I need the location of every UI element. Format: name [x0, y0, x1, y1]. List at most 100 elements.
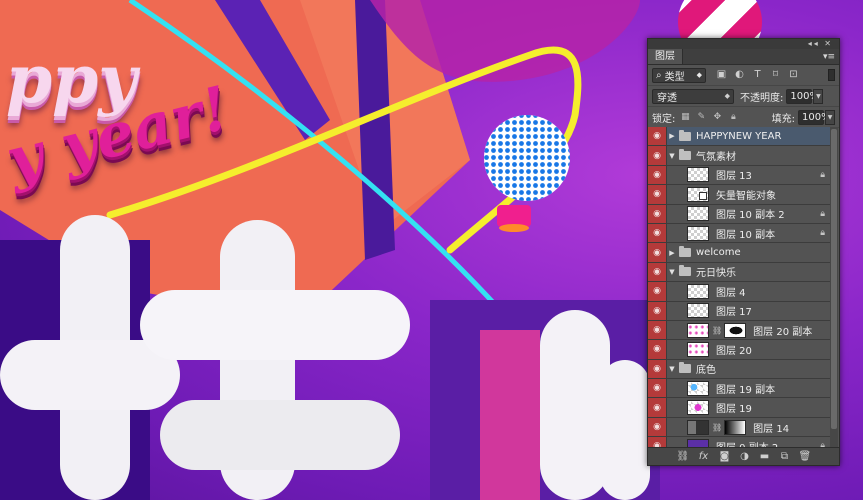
shape-filter-icon[interactable]: ⌑ — [770, 70, 781, 81]
chevron-right-icon[interactable]: ▶ — [667, 132, 677, 140]
layer-name: 图层 10 副本 2 — [716, 210, 785, 222]
chevron-down-icon[interactable]: ▼ — [667, 152, 677, 160]
visibility-eye-icon[interactable]: ◉ — [648, 301, 667, 320]
layer-list-scrollbar[interactable] — [830, 127, 838, 447]
new-group-icon[interactable]: ▬ — [759, 448, 771, 466]
fill-slider-arrow-icon[interactable]: ▼ — [825, 109, 835, 125]
layer-mask-thumbnail[interactable] — [724, 419, 747, 435]
layer-name: 底色 — [696, 365, 716, 377]
layer-name: 图层 20 副本 — [753, 326, 813, 338]
lock-paint-icon[interactable]: ✎ — [696, 112, 706, 122]
letter-white-stroke-4 — [140, 290, 410, 360]
panel-title-bar[interactable]: ◂◂ ✕ — [648, 39, 839, 49]
chevron-right-icon[interactable]: ▶ — [667, 249, 677, 257]
layer-name: 图层 4 — [716, 287, 746, 299]
collapse-panel-icon[interactable]: ◂◂ ✕ — [808, 39, 833, 49]
visibility-eye-icon[interactable]: ◉ — [648, 185, 667, 204]
basket-rim — [499, 224, 529, 232]
chevron-down-icon[interactable]: ▼ — [667, 268, 677, 276]
visibility-eye-icon[interactable]: ◉ — [648, 437, 667, 447]
layer-row[interactable]: ◉ 图层 17 — [648, 301, 831, 321]
opacity-field[interactable]: 100% — [786, 88, 819, 104]
filter-kind-select[interactable]: ⌕ 类型 ◆ — [652, 67, 706, 83]
lock-transparency-icon[interactable]: ▦ — [680, 112, 690, 122]
visibility-eye-icon[interactable]: ◉ — [648, 204, 667, 223]
chevron-down-icon[interactable]: ▼ — [667, 365, 677, 373]
adjustment-filter-icon[interactable]: ◐ — [734, 70, 745, 81]
layer-name: 图层 19 — [716, 404, 752, 416]
layer-name: 图层 10 副本 — [716, 229, 776, 241]
filter-toggle-switch[interactable] — [828, 69, 835, 81]
type-filter-icon[interactable]: T — [752, 70, 763, 81]
layer-name: welcome — [696, 247, 741, 259]
layer-row[interactable]: ◉ 图层 13 🔒︎ — [648, 165, 831, 186]
layer-row[interactable]: ◉ 图层 10 副本 🔒︎ — [648, 223, 831, 244]
visibility-eye-icon[interactable]: ◉ — [648, 165, 667, 185]
adjustment-layer-icon[interactable]: ◑ — [739, 448, 751, 466]
add-mask-icon[interactable]: ◙ — [719, 448, 731, 466]
layer-row[interactable]: ◉ ⛓ 图层 20 副本 — [648, 320, 831, 341]
lock-label: 锁定: — [652, 113, 676, 125]
layer-row-group[interactable]: ◉ ▼ 底色 — [648, 359, 831, 380]
fill-label: 填充: — [771, 113, 795, 125]
panel-menu-icon[interactable]: ▾≡ — [823, 49, 835, 65]
search-icon: ⌕ — [656, 69, 662, 81]
scrollbar-thumb[interactable] — [831, 129, 837, 429]
layers-panel: ◂◂ ✕ 图层 ▾≡ ⌕ 类型 ◆ ▣ ◐ T ⌑ ⊡ 穿透 ◆ 不透明度: 1… — [647, 38, 840, 466]
blend-mode-select[interactable]: 穿透 ◆ — [652, 88, 734, 104]
layer-thumbnail — [687, 419, 709, 435]
folder-icon — [679, 362, 691, 374]
layer-name: HAPPYNEW YEAR — [696, 130, 782, 142]
letter-white-stroke-6 — [540, 310, 610, 500]
layer-row[interactable]: ◉ 图层 19 — [648, 398, 831, 418]
smart-object-filter-icon[interactable]: ⊡ — [788, 70, 799, 81]
fx-button[interactable]: fx — [697, 448, 711, 466]
lock-icon: 🔒︎ — [820, 169, 825, 180]
delete-layer-icon[interactable]: 🗑︎ — [799, 448, 812, 466]
layer-name: 图层 13 — [716, 171, 752, 183]
layer-name: 图层 20 — [716, 345, 752, 357]
image-filter-icon[interactable]: ▣ — [716, 70, 727, 81]
layer-list: ◉ ▶ HAPPYNEW YEAR ◉ ▼ 气氛素材 ◉ 图层 13 🔒︎ ◉ … — [648, 127, 831, 447]
visibility-eye-icon[interactable]: ◉ — [648, 417, 667, 437]
layer-thumbnail — [687, 206, 709, 222]
visibility-eye-icon[interactable]: ◉ — [648, 320, 667, 340]
layer-row[interactable]: ◉ 图层 10 副本 2 🔒︎ — [648, 204, 831, 224]
visibility-eye-icon[interactable]: ◉ — [648, 398, 667, 417]
layer-row-group[interactable]: ◉ ▼ 元日快乐 — [648, 262, 831, 283]
smart-object-thumbnail — [687, 186, 709, 202]
visibility-eye-icon[interactable]: ◉ — [648, 223, 667, 243]
link-chain-icon[interactable]: ⛓ — [712, 423, 722, 432]
layer-row[interactable]: ◉ 图层 20 — [648, 340, 831, 360]
letter-white-stroke-5 — [160, 400, 400, 470]
visibility-eye-icon[interactable]: ◉ — [648, 282, 667, 301]
layer-row[interactable]: ◉ 图层 0 副本 2 🔒︎ — [648, 437, 831, 447]
layer-row[interactable]: ◉ 图层 19 副本 — [648, 379, 831, 399]
fill-field[interactable]: 100% — [798, 109, 831, 125]
new-layer-icon[interactable]: ⧉ — [779, 448, 791, 466]
layer-mask-thumbnail[interactable] — [724, 322, 747, 338]
lock-all-icon[interactable]: 🔒︎ — [728, 112, 738, 122]
visibility-eye-icon[interactable]: ◉ — [648, 146, 667, 165]
layer-name: 图层 0 副本 2 — [716, 439, 778, 447]
visibility-eye-icon[interactable]: ◉ — [648, 340, 667, 359]
link-chain-icon[interactable]: ⛓ — [712, 326, 722, 335]
opacity-slider-arrow-icon[interactable]: ▼ — [813, 88, 824, 104]
lock-position-icon[interactable]: ✥ — [712, 112, 722, 122]
visibility-eye-icon[interactable]: ◉ — [648, 379, 667, 398]
pink-stripes — [480, 330, 540, 500]
letter-white-stroke-7 — [600, 360, 650, 500]
layer-row-group[interactable]: ◉ ▼ 气氛素材 — [648, 146, 831, 166]
link-layers-icon[interactable]: ⛓ — [677, 448, 690, 466]
layer-row-group[interactable]: ◉ ▶ HAPPYNEW YEAR — [648, 127, 831, 147]
layer-row[interactable]: ◉ 图层 4 — [648, 282, 831, 302]
visibility-eye-icon[interactable]: ◉ — [648, 262, 667, 282]
layer-row-group[interactable]: ◉ ▶ welcome — [648, 243, 831, 263]
visibility-eye-icon[interactable]: ◉ — [648, 359, 667, 379]
folder-icon — [679, 265, 691, 277]
layer-row[interactable]: ◉ 矢量智能对象 — [648, 185, 831, 205]
layer-row[interactable]: ◉ ⛓ 图层 14 — [648, 417, 831, 438]
tab-layers[interactable]: 图层 — [648, 49, 683, 64]
visibility-eye-icon[interactable]: ◉ — [648, 127, 667, 146]
visibility-eye-icon[interactable]: ◉ — [648, 243, 667, 262]
